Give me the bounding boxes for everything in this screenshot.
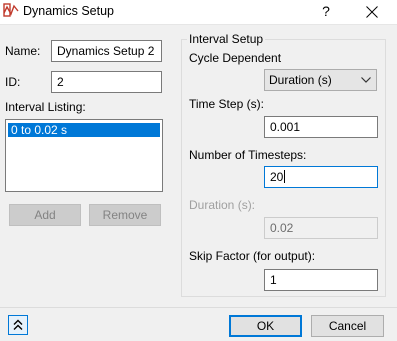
close-icon	[366, 6, 378, 18]
time-step-label: Time Step (s):	[189, 97, 264, 111]
name-label: Name:	[5, 44, 41, 58]
list-item[interactable]: 0 to 0.02 s	[8, 123, 160, 137]
interval-listbox[interactable]: 0 to 0.02 s	[5, 119, 163, 192]
time-step-field[interactable]: 0.001	[264, 116, 378, 138]
name-field[interactable]: Dynamics Setup 2	[51, 40, 162, 62]
duration-field[interactable]: 0.02	[264, 217, 378, 239]
timesteps-value: 20	[270, 170, 284, 184]
cancel-button[interactable]: Cancel	[311, 315, 384, 337]
help-button[interactable]: ?	[312, 0, 340, 24]
timesteps-label: Number of Timesteps:	[189, 148, 307, 162]
skip-factor-field[interactable]: 1	[264, 269, 378, 291]
window-title: Dynamics Setup	[23, 4, 115, 18]
cycle-dependent-label: Cycle Dependent	[189, 51, 282, 65]
skip-factor-label: Skip Factor (for output):	[189, 249, 316, 263]
close-button[interactable]	[356, 0, 388, 24]
title-bar: Dynamics Setup ?	[0, 0, 397, 25]
id-label: ID:	[5, 75, 21, 89]
duration-label: Duration (s):	[189, 198, 256, 212]
expand-button[interactable]	[8, 315, 28, 335]
add-button[interactable]: Add	[9, 204, 81, 226]
interval-setup-legend: Interval Setup	[187, 32, 266, 46]
footer-separator	[0, 307, 397, 308]
ok-button[interactable]: OK	[229, 315, 302, 337]
remove-button[interactable]: Remove	[89, 204, 161, 226]
cycle-mode-dropdown[interactable]: Duration (s)	[264, 69, 377, 91]
dynamics-app-icon	[3, 2, 19, 18]
chevron-down-icon	[361, 77, 371, 83]
timesteps-field[interactable]: 20	[264, 166, 378, 188]
text-caret	[284, 170, 286, 183]
cycle-mode-value: Duration (s)	[269, 73, 332, 87]
id-field[interactable]: 2	[51, 71, 162, 93]
interval-listing-label: Interval Listing:	[5, 100, 86, 114]
double-chevron-up-icon	[13, 319, 23, 330]
